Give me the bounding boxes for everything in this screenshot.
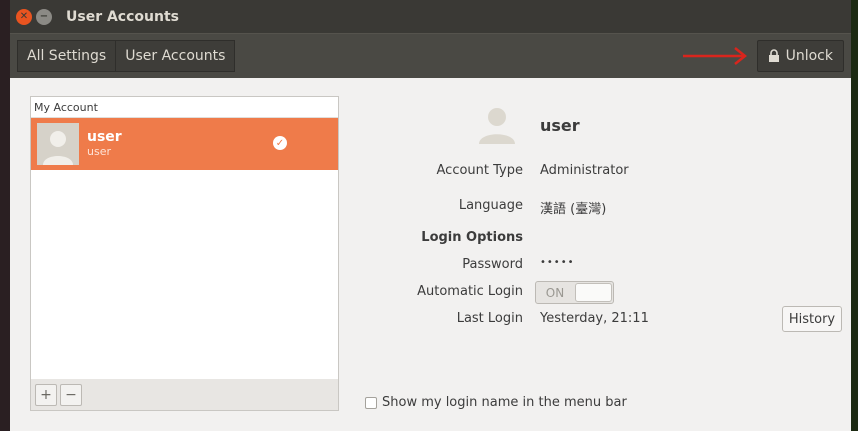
remove-user-button[interactable]: − — [60, 383, 82, 406]
annotation-arrow-icon — [682, 47, 747, 65]
login-options-heading: Login Options — [421, 230, 523, 245]
account-names: user user — [87, 129, 122, 159]
crumb-user-accounts[interactable]: User Accounts — [116, 40, 236, 72]
user-accounts-window: ✕ − User Accounts All Settings User Acco… — [10, 0, 851, 431]
title-bar: ✕ − User Accounts — [10, 0, 851, 33]
user-full-name[interactable]: user — [540, 116, 580, 135]
automatic-login-label: Automatic Login — [417, 284, 523, 299]
window-title: User Accounts — [66, 8, 179, 25]
account-list-item[interactable]: user user ✓ — [31, 118, 338, 170]
language-value[interactable]: 漢語 (臺灣) — [540, 198, 606, 217]
account-list: My Account user user ✓ — [30, 96, 339, 411]
account-type-value[interactable]: Administrator — [540, 163, 629, 178]
toggle-state: ON — [545, 285, 565, 300]
account-list-header: My Account — [31, 97, 338, 118]
password-label: Password — [462, 257, 523, 272]
show-login-name-option[interactable]: Show my login name in the menu bar — [365, 395, 627, 410]
crumb-all-settings[interactable]: All Settings — [17, 40, 117, 72]
unlock-button[interactable]: Unlock — [756, 40, 844, 72]
show-login-name-checkbox[interactable] — [365, 396, 377, 409]
toggle-knob — [575, 283, 612, 302]
close-icon[interactable]: ✕ — [16, 8, 32, 25]
checkmark-icon: ✓ — [273, 136, 287, 150]
last-login-value: Yesterday, 21:11 — [540, 311, 649, 326]
account-display-name: user — [87, 129, 122, 145]
last-login-label: Last Login — [456, 311, 523, 326]
password-value[interactable]: ••••• — [540, 257, 575, 268]
show-login-name-label: Show my login name in the menu bar — [382, 395, 627, 410]
user-avatar-icon[interactable] — [476, 102, 518, 144]
add-user-button[interactable]: + — [35, 383, 57, 406]
account-type-label: Account Type — [436, 163, 523, 178]
account-list-footer: + − — [30, 379, 339, 411]
account-details: user Account Type Administrator Language… — [360, 78, 851, 431]
content-area: My Account user user ✓ + − user Account … — [10, 78, 851, 431]
language-label: Language — [458, 198, 523, 213]
history-button[interactable]: History — [782, 306, 842, 332]
user-avatar-icon — [37, 123, 79, 165]
automatic-login-toggle[interactable]: ON — [535, 281, 614, 304]
toolbar: All Settings User Accounts Unlock — [10, 33, 851, 78]
desktop-background — [0, 0, 10, 431]
minimize-icon[interactable]: − — [36, 8, 52, 25]
unlock-label: Unlock — [785, 48, 833, 64]
account-login-name: user — [87, 145, 111, 158]
lock-icon — [768, 49, 779, 62]
